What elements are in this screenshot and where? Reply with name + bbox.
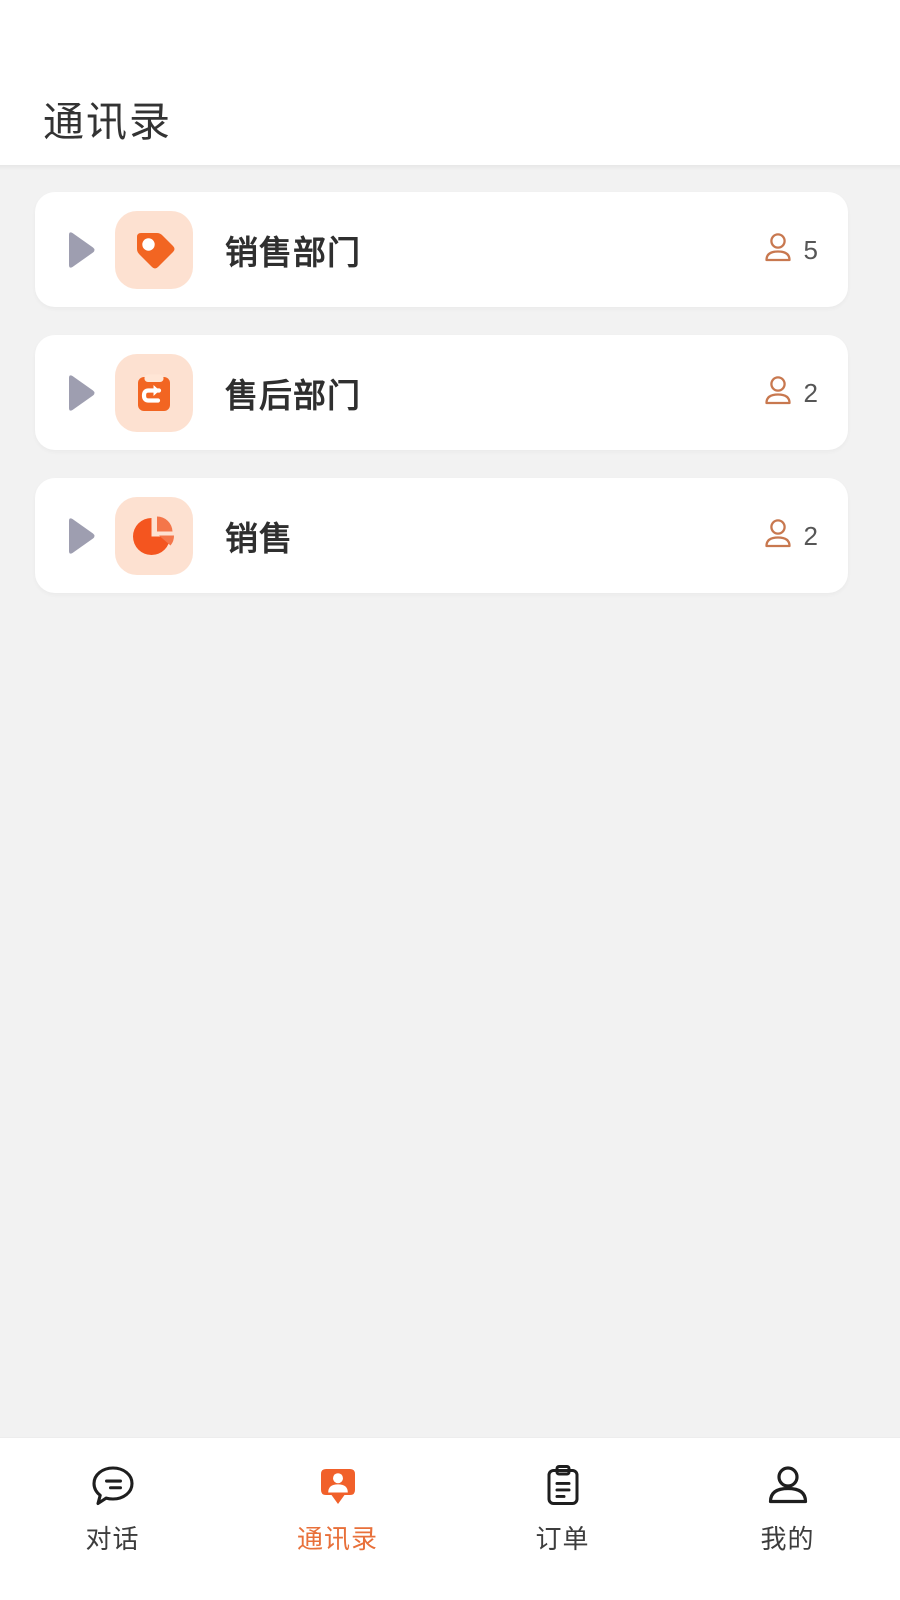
page-title: 通讯录 (43, 99, 172, 145)
tab-label: 通讯录 (296, 1524, 378, 1554)
member-count-value: 2 (803, 377, 818, 408)
tab-label: 我的 (760, 1524, 815, 1554)
chat-bubble-icon (89, 1460, 137, 1512)
bottom-tab-bar: 对话 通讯录 订单 我的 (0, 1437, 900, 1600)
pie-chart-icon (115, 496, 193, 575)
play-triangle-icon[interactable] (57, 230, 103, 270)
department-name: 销售部门 (225, 233, 361, 271)
tab-chat[interactable]: 对话 (0, 1460, 225, 1552)
member-count-badge: 2 (762, 516, 818, 555)
tab-label: 对话 (85, 1524, 140, 1554)
tab-contacts[interactable]: 通讯录 (225, 1460, 450, 1552)
person-outline-icon (762, 230, 794, 269)
department-name: 售后部门 (225, 376, 361, 414)
department-name: 销售 (225, 519, 293, 557)
person-icon (764, 1460, 812, 1512)
page-header: 通讯录 (0, 0, 900, 165)
department-row[interactable]: 售后部门 2 (35, 335, 848, 450)
tab-label: 订单 (535, 1524, 590, 1554)
tag-icon (115, 210, 193, 289)
tab-profile[interactable]: 我的 (675, 1460, 900, 1552)
play-triangle-icon[interactable] (57, 373, 103, 413)
person-outline-icon (762, 373, 794, 412)
clipboard-list-icon (539, 1460, 587, 1512)
member-count-badge: 2 (762, 373, 818, 412)
department-list: 销售部门 5 售后部门 2 销售 2 (0, 165, 900, 1437)
clipboard-return-icon (115, 353, 193, 432)
contacts-person-badge-icon (314, 1460, 362, 1512)
play-triangle-icon[interactable] (57, 516, 103, 556)
tab-orders[interactable]: 订单 (450, 1460, 675, 1552)
person-outline-icon (762, 516, 794, 555)
member-count-value: 5 (803, 234, 818, 265)
department-row[interactable]: 销售 2 (35, 478, 848, 593)
department-row[interactable]: 销售部门 5 (35, 192, 848, 307)
member-count-value: 2 (803, 520, 818, 551)
member-count-badge: 5 (762, 230, 818, 269)
